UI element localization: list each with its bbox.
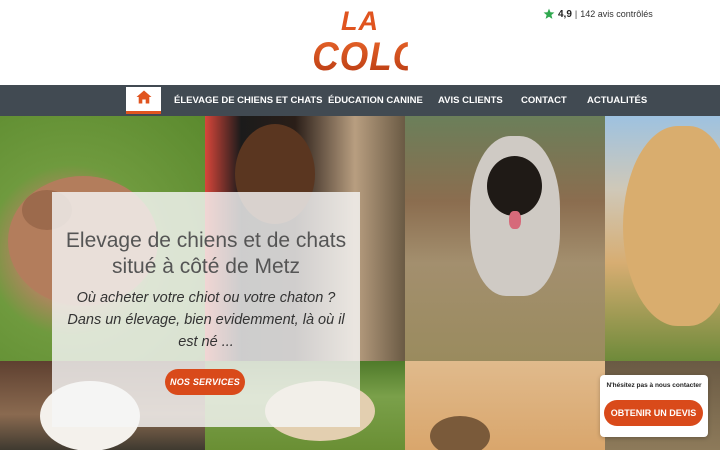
contact-widget-text: N'hésitez pas à nous contacter: [606, 382, 702, 389]
services-button[interactable]: NOS SERVICES: [165, 369, 245, 395]
hero-title: Elevage de chiens et de chats situé à cô…: [65, 229, 347, 278]
main-nav: ÉLEVAGE DE CHIENS ET CHATS ÉDUCATION CAN…: [0, 85, 720, 116]
logo-text-la: LA: [341, 6, 379, 36]
site-logo[interactable]: LA COLO: [308, 6, 423, 82]
nav-home-button[interactable]: [126, 87, 161, 114]
nav-item-avis[interactable]: AVIS CLIENTS: [438, 85, 503, 116]
rating-score: 4,9: [558, 8, 572, 20]
rating-summary[interactable]: 4,9 | 142 avis contrôlés: [543, 7, 653, 21]
nav-item-contact[interactable]: CONTACT: [521, 85, 567, 116]
rating-count: 142 avis contrôlés: [580, 9, 653, 19]
photo-golden-retriever: [605, 116, 720, 361]
nav-item-elevage[interactable]: ÉLEVAGE DE CHIENS ET CHATS: [174, 85, 323, 116]
star-icon: [543, 8, 555, 20]
quote-button[interactable]: OBTENIR UN DEVIS: [604, 400, 703, 426]
rating-separator: |: [574, 9, 578, 19]
nav-item-actualites[interactable]: ACTUALITÉS: [587, 85, 647, 116]
site-header: LA COLO 4,9 | 142 avis contrôlés: [0, 0, 720, 85]
contact-widget: N'hésitez pas à nous contacter OBTENIR U…: [600, 375, 708, 437]
nav-item-education[interactable]: ÉDUCATION CANINE: [328, 85, 423, 116]
logo-text-colo: COLO: [312, 35, 423, 79]
photo-leonberger-puppy: [405, 116, 605, 361]
hero-subtitle: Où acheter votre chiot ou votre chaton ?…: [67, 290, 345, 350]
photo-bengal-kitten: [405, 361, 605, 450]
home-icon: [136, 90, 152, 109]
